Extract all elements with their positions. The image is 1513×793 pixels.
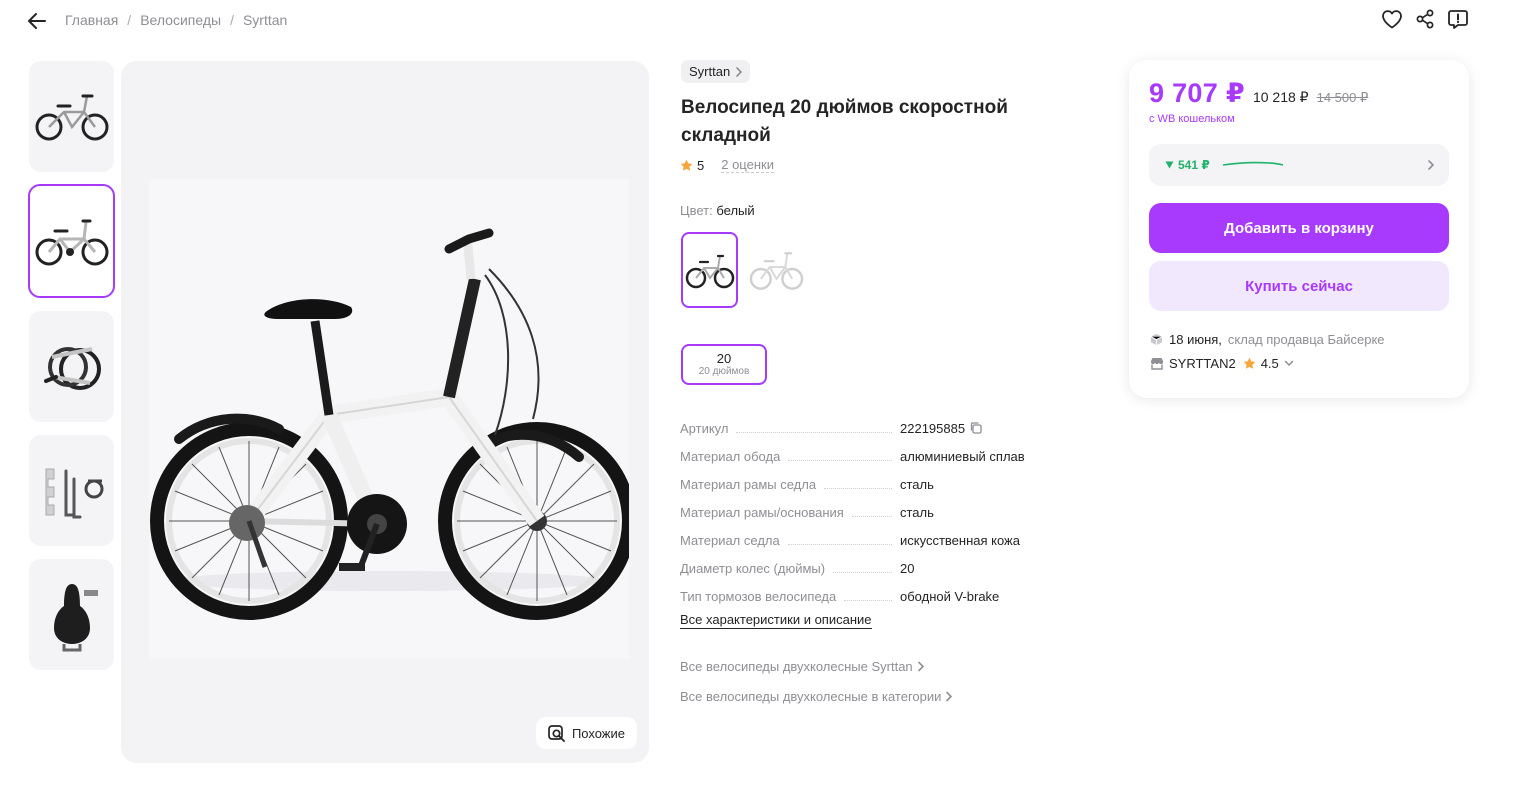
regular-price: 10 218 ₽ (1252, 89, 1309, 105)
price-drop-amount: 541 ₽ (1178, 158, 1210, 172)
spec-key: Материал рамы/основания (680, 504, 844, 520)
chevron-right-icon (946, 691, 953, 702)
spec-row: Тип тормозов велосипеда ободной V-brake (680, 582, 1110, 610)
spec-value: 20 (900, 560, 915, 576)
spec-row: Материал седла искусственная кожа (680, 526, 1110, 554)
all-specs-link[interactable]: Все характеристики и описание (680, 612, 872, 629)
main-product-photo[interactable]: Похожие (121, 61, 649, 763)
spec-value: сталь (900, 476, 934, 492)
back-arrow-icon[interactable] (26, 10, 48, 32)
spec-row: Материал рамы/основания сталь (680, 498, 1110, 526)
box-icon (1150, 333, 1163, 346)
color-option-alt[interactable] (748, 232, 805, 308)
spec-row: Артикул 222195885 (680, 414, 1110, 442)
brand-catalog-link[interactable]: Все велосипеды двухколесные Syrttan (680, 659, 925, 674)
category-catalog-label: Все велосипеды двухколесные в категории (680, 689, 942, 704)
spec-value: искусственная кожа (900, 532, 1020, 548)
price-trend-line-icon (1222, 161, 1283, 166)
spec-value: ободной V-brake (900, 588, 1000, 604)
rating-value: 5 (697, 157, 705, 173)
thumbnail-bike-side[interactable] (29, 61, 114, 172)
thumbnail-bike-side-2[interactable] (28, 184, 115, 298)
heart-icon[interactable] (1380, 7, 1404, 31)
size-subtitle: 20 дюймов (698, 366, 750, 377)
reviews-link[interactable]: 2 оценки (721, 157, 774, 173)
add-to-cart-button[interactable]: Добавить в корзину (1149, 203, 1449, 253)
color-option-white[interactable] (681, 232, 738, 308)
price-card: 9 707 ₽ 10 218 ₽ 14 500 ₽ с WB кошельком… (1129, 60, 1469, 398)
buy-now-button[interactable]: Купить сейчас (1149, 261, 1449, 311)
breadcrumb-separator: / (127, 12, 132, 28)
delivery-place: склад продавца Байсерке (1227, 332, 1385, 347)
top-actions (1380, 7, 1470, 31)
chevron-down-icon (1284, 360, 1294, 367)
star-icon (680, 159, 693, 171)
product-title: Велосипед 20 дюймов скоростной складной (681, 97, 1008, 146)
report-icon[interactable] (1446, 7, 1470, 31)
color-label-text: Цвет: (680, 203, 713, 218)
thumbnail-tools[interactable] (29, 435, 114, 546)
breadcrumb-separator: / (230, 12, 234, 28)
chevron-right-icon (1428, 160, 1435, 170)
thumbnail-bike-folded[interactable] (29, 311, 114, 422)
brand-chip[interactable]: Syrttan (681, 60, 751, 83)
product-image (149, 179, 636, 659)
chevron-right-icon (917, 661, 924, 672)
seller-info[interactable]: SYRTTAN2 4.5 (1150, 356, 1294, 371)
spec-key: Материал обода (680, 448, 781, 464)
similar-button[interactable]: Похожие (535, 717, 637, 749)
wallet-price: 9 707 ₽ (1149, 78, 1245, 108)
copy-icon[interactable] (969, 421, 983, 435)
color-label: Цвет: белый (680, 203, 755, 218)
product-rating: 5 2 оценки (680, 157, 774, 173)
color-options (681, 232, 805, 308)
seller-rating: 4.5 (1260, 356, 1279, 371)
price-row: 9 707 ₽ 10 218 ₽ 14 500 ₽ (1149, 78, 1368, 109)
triangle-down-icon (1165, 161, 1174, 169)
price-drop: 541 ₽ (1165, 158, 1210, 172)
spec-value: сталь (900, 504, 934, 520)
price-history-widget[interactable]: 541 ₽ (1149, 144, 1449, 186)
share-icon[interactable] (1413, 7, 1437, 31)
wallet-note: с WB кошельком (1149, 113, 1235, 125)
category-catalog-link[interactable]: Все велосипеды двухколесные в категории (680, 689, 953, 704)
spec-key: Диаметр колес (дюймы) (680, 560, 826, 576)
breadcrumb: Главная / Велосипеды / Syrttan (65, 12, 287, 28)
breadcrumb-bicycles[interactable]: Велосипеды (140, 12, 221, 28)
spec-row: Материал рамы седла сталь (680, 470, 1110, 498)
delivery-date: 18 июня, (1169, 332, 1222, 347)
star-icon (1243, 357, 1256, 369)
spec-value: 222195885 (900, 420, 966, 436)
spec-key: Тип тормозов велосипеда (680, 588, 837, 604)
breadcrumb-brand[interactable]: Syrttan (243, 12, 287, 28)
spec-key: Артикул (680, 420, 729, 436)
breadcrumb-home[interactable]: Главная (65, 12, 118, 28)
thumbnail-saddle[interactable] (29, 559, 114, 670)
similar-search-icon (548, 724, 565, 742)
similar-label: Похожие (571, 725, 625, 741)
thumbnail-list (28, 61, 115, 683)
spec-value: алюминиевый сплав (900, 448, 1025, 464)
size-option-20[interactable]: 20 20 дюймов (681, 344, 767, 385)
spec-key: Материал седла (680, 532, 780, 548)
shop-icon (1151, 358, 1163, 370)
color-value: белый (716, 203, 755, 218)
delivery-info: 18 июня, склад продавца Байсерке (1150, 332, 1385, 347)
brand-name: Syrttan (689, 64, 731, 79)
size-value: 20 (716, 351, 732, 366)
spec-key: Материал рамы седла (680, 476, 817, 492)
spec-row: Материал обода алюминиевый сплав (680, 442, 1110, 470)
seller-name: SYRTTAN2 (1169, 356, 1236, 371)
spec-row: Диаметр колес (дюймы) 20 (680, 554, 1110, 582)
spec-list: Артикул 222195885 Материал обода алюмини… (680, 414, 1110, 610)
brand-catalog-label: Все велосипеды двухколесные Syrttan (680, 659, 913, 674)
old-price: 14 500 ₽ (1316, 90, 1369, 105)
chevron-right-icon (736, 66, 743, 77)
